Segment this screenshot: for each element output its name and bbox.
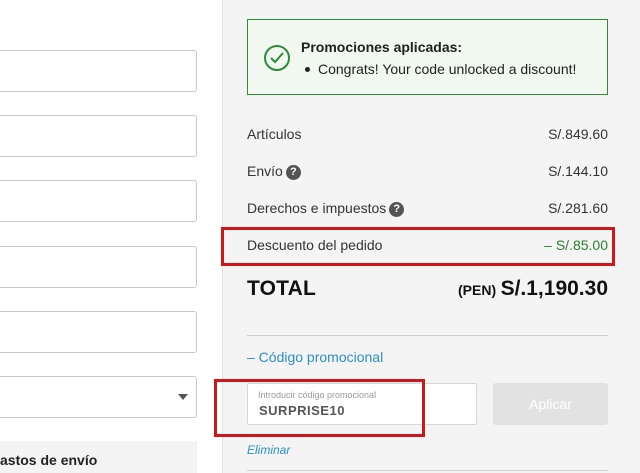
promotions-message-text: Congrats! Your code unlocked a discount! [318,61,577,77]
remove-promo-link[interactable]: Eliminar [247,443,290,457]
form-field-3[interactable] [0,180,197,222]
form-field-2[interactable] [0,115,197,157]
summary-divider [247,335,608,336]
shipping-row: Envío? [247,163,301,180]
promo-code-highlight-frame [214,379,425,437]
promo-code-toggle[interactable]: – Código promocional [247,349,383,365]
apply-button[interactable]: Aplicar [493,383,608,425]
duties-row: Derechos e impuestos? [247,200,405,217]
total-value: (PEN) S/.1,190.30 [458,277,608,301]
items-value: S/.849.60 [548,126,608,142]
total-amount: S/.1,190.30 [500,277,608,300]
bullet-icon [305,66,310,72]
help-icon[interactable]: ? [285,165,301,180]
promotions-title: Promociones aplicadas: [301,39,463,55]
help-icon[interactable]: ? [389,202,405,217]
promotions-message: Congrats! Your code unlocked a discount! [301,61,576,77]
form-select-field[interactable] [0,376,197,418]
chevron-down-icon [178,394,188,400]
shipping-costs-heading: astos de envío [0,452,98,468]
check-circle-icon [264,45,290,71]
discount-highlight-frame [221,227,615,266]
form-field-4[interactable] [0,246,197,288]
total-currency: (PEN) [458,282,497,298]
shipping-value: S/.144.10 [548,163,608,179]
duties-value: S/.281.60 [548,200,608,216]
items-label: Artículos [247,126,302,142]
form-field-5[interactable] [0,311,197,353]
promotions-applied-banner: Promociones aplicadas: Congrats! Your co… [247,19,608,95]
duties-label: Derechos e impuestos [247,200,387,216]
summary-bottom-divider [247,470,608,471]
total-label: TOTAL [247,277,317,300]
form-field-1[interactable] [0,50,197,92]
shipping-label: Envío [247,163,283,179]
shipping-form: astos de envío [0,0,222,473]
